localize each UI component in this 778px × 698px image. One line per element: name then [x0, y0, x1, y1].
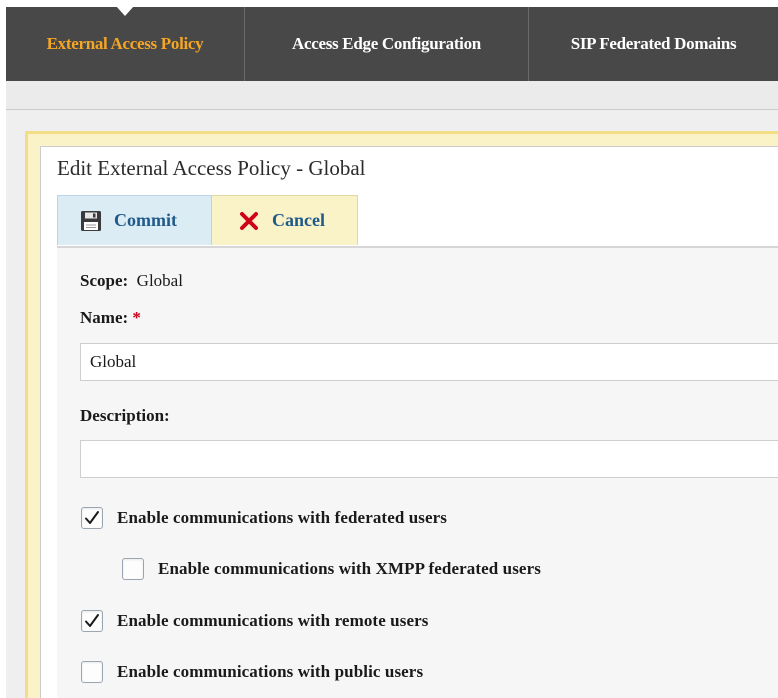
close-x-icon — [238, 210, 260, 232]
tab-label: SIP Federated Domains — [570, 34, 737, 53]
xmpp-federated-users-checkbox[interactable] — [122, 558, 144, 580]
remote-users-checkbox[interactable] — [81, 610, 103, 632]
public-users-option[interactable]: Enable communications with public users — [81, 661, 423, 683]
description-label: Description: — [80, 406, 170, 425]
cancel-button[interactable]: Cancel — [212, 195, 358, 245]
tab-label: External Access Policy — [46, 34, 204, 53]
checkmark-icon — [85, 614, 99, 627]
active-tab-caret-icon — [116, 6, 134, 16]
federated-users-checkbox[interactable] — [81, 507, 103, 529]
federated-users-label: Enable communications with federated use… — [117, 508, 448, 527]
name-field[interactable] — [80, 343, 778, 381]
xmpp-federated-users-label: Enable communications with XMPP federate… — [158, 559, 541, 578]
sub-header-strip — [6, 81, 778, 110]
description-field[interactable] — [80, 440, 778, 478]
floppy-disk-icon — [80, 210, 102, 232]
scope-row: Scope: Global — [80, 271, 183, 291]
tab-external-access-policy[interactable]: External Access Policy — [6, 6, 245, 81]
public-users-checkbox[interactable] — [81, 661, 103, 683]
tab-access-edge-configuration[interactable]: Access Edge Configuration — [245, 7, 529, 81]
cancel-label: Cancel — [272, 210, 325, 230]
remote-users-label: Enable communications with remote users — [117, 611, 429, 630]
checkmark-icon — [85, 511, 99, 524]
xmpp-federated-users-option[interactable]: Enable communications with XMPP federate… — [122, 558, 541, 580]
public-users-label: Enable communications with public users — [117, 662, 424, 681]
name-label-row: Name: * — [80, 308, 141, 328]
edit-toolbar: Commit Cancel — [57, 195, 778, 248]
federated-users-option[interactable]: Enable communications with federated use… — [81, 507, 447, 529]
name-label: Name: — [80, 308, 129, 327]
remote-users-option[interactable]: Enable communications with remote users — [81, 610, 428, 632]
panel-title: Edit External Access Policy - Global — [57, 156, 366, 180]
tab-bar: External Access Policy Access Edge Confi… — [6, 6, 778, 81]
tab-label: Access Edge Configuration — [292, 34, 481, 53]
required-marker: * — [132, 308, 141, 327]
description-label-row: Description: — [80, 406, 170, 426]
commit-button[interactable]: Commit — [57, 195, 212, 245]
commit-label: Commit — [114, 210, 177, 230]
scope-value: Global — [136, 271, 183, 290]
tab-sip-federated-domains[interactable]: SIP Federated Domains — [529, 7, 778, 81]
scope-label: Scope: — [80, 271, 129, 290]
